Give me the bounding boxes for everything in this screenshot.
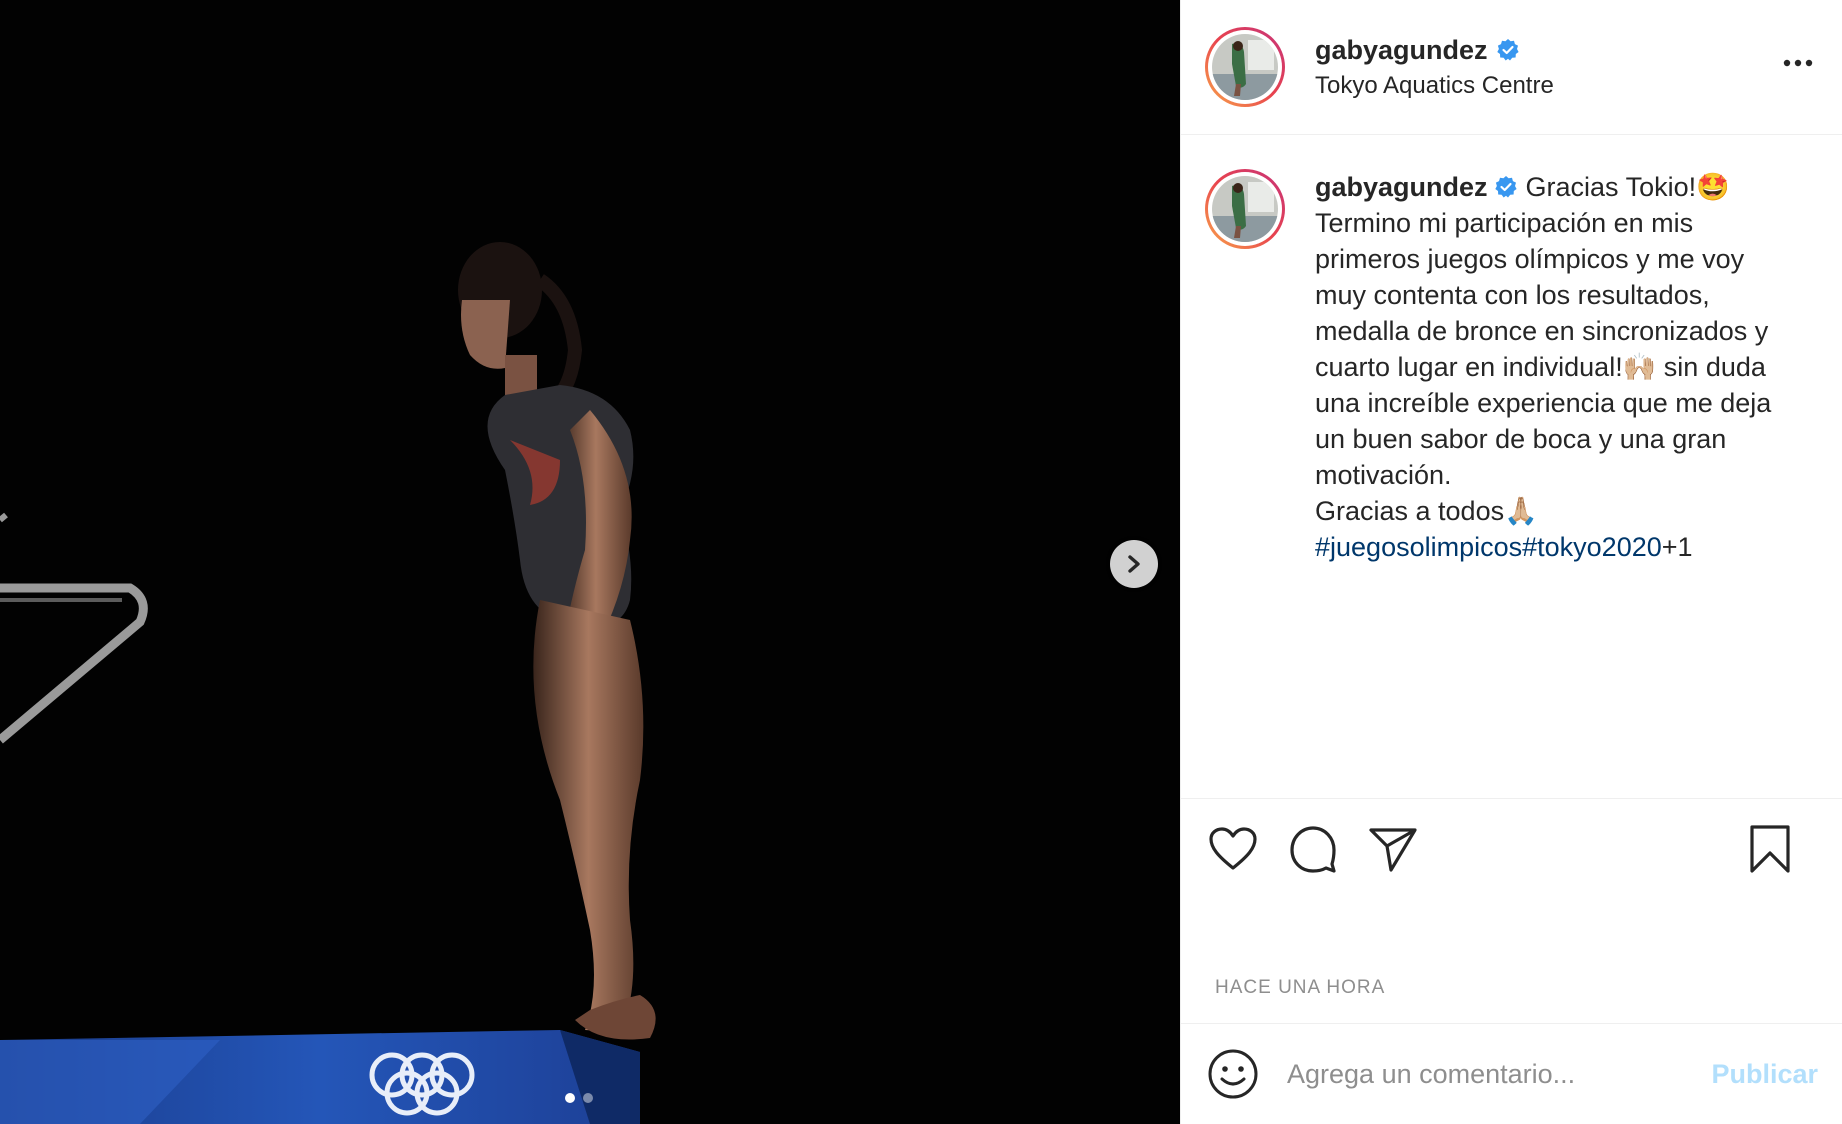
hashtag-link[interactable]: #tokyo2020 — [1522, 532, 1662, 562]
caption-area: gabyagundez Gracias Tokio!🤩 Termino mi pa… — [1181, 135, 1842, 799]
more-options-button[interactable] — [1778, 48, 1818, 78]
carousel-indicator — [565, 1093, 593, 1103]
chevron-right-icon — [1128, 555, 1140, 573]
post-photo — [0, 0, 1180, 1124]
more-options-icon — [1783, 59, 1813, 67]
share-button[interactable] — [1365, 821, 1421, 877]
post-header: gabyagundez Tokyo Aquatics Centre — [1181, 0, 1842, 135]
post-username[interactable]: gabyagundez — [1315, 35, 1488, 66]
like-button[interactable] — [1205, 821, 1261, 877]
carousel-next-button[interactable] — [1110, 540, 1158, 588]
verified-badge-icon — [1494, 176, 1517, 198]
caption-username[interactable]: gabyagundez — [1315, 169, 1488, 205]
avatar-border — [1208, 30, 1282, 104]
avatar-image — [1212, 176, 1278, 242]
comment-button[interactable] — [1285, 821, 1341, 877]
hashtag-line: #juegosolimpicos#tokyo2020+1 — [1315, 529, 1818, 565]
bookmark-icon — [1750, 825, 1790, 873]
heart-icon — [1209, 827, 1257, 870]
avatar-image — [1212, 34, 1278, 100]
caption-text-line: primeros juegos olímpicos y me voy — [1315, 244, 1745, 274]
caption-text-line: una increíble experiencia que me deja — [1315, 388, 1772, 418]
avatar[interactable] — [1205, 27, 1285, 107]
caption-text-line: Gracias Tokio!🤩 — [1525, 172, 1730, 202]
caption-text-line: muy contenta con los resultados, — [1315, 280, 1710, 310]
post-header-text: gabyagundez Tokyo Aquatics Centre — [1315, 35, 1554, 100]
caption-text-line: motivación. — [1315, 460, 1452, 490]
smiley-icon — [1208, 1049, 1258, 1099]
avatar-border — [1208, 172, 1282, 246]
instagram-post: gabyagundez Tokyo Aquatics Centre gabyag… — [0, 0, 1842, 1124]
caption-line: gabyagundez Gracias Tokio!🤩 — [1315, 169, 1818, 205]
post-actions — [1181, 799, 1842, 899]
verified-badge-icon — [1496, 39, 1519, 61]
post-timestamp[interactable]: HACE UNA HORA — [1215, 977, 1385, 999]
hashtag-link[interactable]: #juegosolimpicos — [1315, 532, 1522, 562]
save-button[interactable] — [1742, 821, 1798, 877]
caption-text-line: Gracias a todos🙏🏼 — [1315, 496, 1538, 526]
post-username-row: gabyagundez — [1315, 35, 1554, 66]
caption-avatar[interactable] — [1205, 169, 1285, 249]
caption-text-line: Termino mi participación en mis — [1315, 208, 1694, 238]
caption-text-line: cuarto lugar en individual!🙌🏼 sin duda — [1315, 352, 1766, 382]
post-media[interactable] — [0, 0, 1180, 1124]
caption-text-line: un buen sabor de boca y una gran — [1315, 424, 1727, 454]
carousel-dot-active — [565, 1093, 575, 1103]
comment-form: Publicar — [1181, 1024, 1842, 1124]
timestamp-row: HACE UNA HORA — [1181, 899, 1842, 1024]
hashtag-more[interactable]: +1 — [1662, 532, 1693, 562]
post-location[interactable]: Tokyo Aquatics Centre — [1315, 72, 1554, 100]
caption-text: gabyagundez Gracias Tokio!🤩 Termino mi pa… — [1315, 169, 1818, 565]
publish-button[interactable]: Publicar — [1711, 1059, 1818, 1090]
caption-username-row: gabyagundez — [1315, 169, 1518, 205]
post-side-panel: gabyagundez Tokyo Aquatics Centre gabyag… — [1180, 0, 1842, 1124]
comment-icon — [1290, 826, 1336, 873]
comment-input[interactable] — [1285, 1057, 1702, 1091]
emoji-button[interactable] — [1205, 1046, 1261, 1102]
caption-text-line: medalla de bronce en sincronizados y — [1315, 316, 1769, 346]
carousel-dot — [583, 1093, 593, 1103]
send-icon — [1369, 828, 1417, 872]
